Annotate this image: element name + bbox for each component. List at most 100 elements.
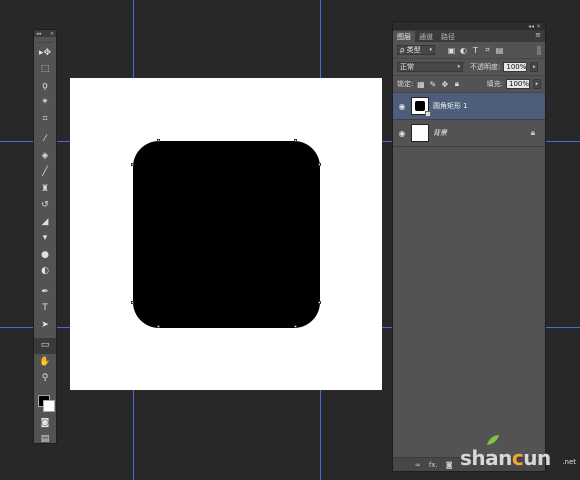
fill-dropdown-icon[interactable]: ▸ (533, 79, 541, 89)
fill-label: 填充: (486, 80, 503, 88)
lasso-icon: ϙ (42, 80, 48, 91)
crop-icon: ⌗ (42, 113, 48, 124)
chevron-down-icon: ▾ (429, 47, 432, 53)
panel-tabs: 图层 通道 路径 ≡ (393, 30, 545, 42)
layer-name[interactable]: 背景 (433, 128, 447, 138)
zoom-icon: ⚲ (41, 373, 49, 384)
layer-row-background[interactable]: ◉ 背景 🔒︎ (393, 120, 545, 147)
anchor-point[interactable] (131, 301, 134, 304)
marquee-tool[interactable]: ⬚ (34, 62, 56, 79)
magic-wand-icon: ✴ (41, 97, 49, 108)
background-color-swatch[interactable] (43, 400, 55, 412)
zoom-tool[interactable]: ⚲ (34, 371, 56, 388)
chevron-down-icon: ▾ (457, 64, 460, 70)
pen-icon: ✒ (41, 286, 49, 297)
type-tool[interactable]: T (34, 301, 56, 318)
droplet-icon: ● (41, 249, 49, 260)
fill-input[interactable]: 100% (506, 79, 530, 89)
eraser-icon: ◢ (41, 216, 49, 227)
tools-panel-header: ◂◂ × (34, 30, 56, 37)
paint-bucket-tool[interactable]: ▾ (34, 231, 56, 248)
eyedropper-icon: ⁄ (44, 134, 46, 145)
history-brush-tool[interactable]: ↺ (34, 198, 56, 215)
lock-image-icon[interactable]: ✎ (428, 80, 437, 89)
smart-object-filter-icon[interactable]: ▤ (495, 46, 504, 55)
layers-panel: ◂◂ × 图层 通道 路径 ≡ ρ 类型 ▾ ▣ ◐ T ⌗ ▤ 正常 ▾ 不透… (392, 21, 546, 472)
filter-kind-select[interactable]: ρ 类型 ▾ (397, 45, 435, 55)
visibility-eye-icon[interactable]: ◉ (397, 102, 407, 111)
image-filter-icon[interactable]: ▣ (447, 46, 456, 55)
tool-list: ▸✥ ⬚ ϙ ✴ ⌗ ⁄ ◈ ╱ ♜ ↺ ◢ ▾ ● ◐ ✒ T ➤ ▭ ✋ ⚲ (34, 45, 56, 387)
panel-collapse-icon[interactable]: ◂◂ × (528, 23, 541, 30)
bucket-icon: ▾ (42, 233, 48, 244)
type-icon: T (42, 303, 48, 314)
dodge-icon: ◐ (41, 266, 49, 277)
marquee-icon: ⬚ (40, 64, 50, 75)
lasso-tool[interactable]: ϙ (34, 78, 56, 95)
blend-mode-select[interactable]: 正常 ▾ (397, 62, 463, 72)
crop-tool[interactable]: ⌗ (34, 111, 56, 128)
arrow-icon: ➤ (41, 319, 49, 330)
watermark-logo: shancun .net (460, 435, 578, 476)
type-filter-icon[interactable]: T (471, 46, 480, 55)
layer-name[interactable]: 圆角矩形 1 (433, 101, 468, 111)
tab-layers[interactable]: 图层 (393, 31, 415, 42)
layer-style-icon[interactable]: fx. (429, 461, 438, 469)
close-icon[interactable]: × (50, 31, 54, 37)
opacity-input[interactable]: 100% (503, 62, 528, 72)
lock-label: 锁定: (397, 80, 414, 88)
anchor-point[interactable] (157, 325, 160, 328)
vector-mask-link-icon (425, 111, 431, 117)
opacity-dropdown-icon[interactable]: ▸ (530, 62, 539, 72)
add-mask-icon[interactable]: ◙ (446, 461, 453, 469)
lock-transparent-icon[interactable]: ▦ (416, 80, 425, 89)
clone-stamp-tool[interactable]: ♜ (34, 181, 56, 198)
lock-position-icon[interactable]: ✥ (440, 80, 449, 89)
tools-panel: ◂◂ × ▸✥ ⬚ ϙ ✴ ⌗ ⁄ ◈ ╱ ♜ ↺ ◢ ▾ ● ◐ ✒ T ➤ ▭ ✋ ⚲ ◙ ▤ (33, 29, 57, 444)
blend-row: 正常 ▾ 不透明度: 100% ▸ (393, 59, 545, 76)
blur-tool[interactable]: ● (34, 247, 56, 264)
collapse-icon[interactable]: ◂◂ (36, 31, 41, 37)
panel-menu-icon[interactable]: ≡ (535, 31, 541, 39)
anchor-point[interactable] (318, 301, 321, 304)
pen-tool[interactable]: ✒ (34, 284, 56, 301)
leaf-icon (487, 435, 499, 445)
eyedropper-tool[interactable]: ⁄ (34, 132, 56, 149)
history-brush-icon: ↺ (41, 200, 49, 211)
tab-channels[interactable]: 通道 (415, 31, 437, 42)
layer-row-rounded-rectangle[interactable]: ◉ 圆角矩形 1 (393, 93, 545, 120)
anchor-point[interactable] (131, 163, 134, 166)
layer-thumbnail[interactable] (411, 124, 429, 142)
lock-all-icon[interactable]: 🔒︎ (452, 79, 461, 89)
brush-tool[interactable]: ╱ (34, 165, 56, 182)
panel-top-bar: ◂◂ × (393, 22, 545, 30)
layer-thumbnail[interactable] (411, 97, 431, 117)
lock-icon: 🔒︎ (530, 128, 535, 137)
shape-filter-icon[interactable]: ⌗ (483, 45, 492, 55)
quick-mask-icon[interactable]: ◙ (34, 415, 56, 432)
anchor-point[interactable] (294, 325, 297, 328)
link-layers-icon[interactable]: ∞ (415, 461, 421, 469)
move-tool[interactable]: ▸✥ (34, 45, 56, 62)
eraser-tool[interactable]: ◢ (34, 214, 56, 231)
color-swatches[interactable] (34, 391, 56, 415)
hand-tool[interactable]: ✋ (34, 354, 56, 371)
dodge-tool[interactable]: ◐ (34, 264, 56, 281)
anchor-point[interactable] (318, 163, 321, 166)
adjustment-filter-icon[interactable]: ◐ (459, 46, 468, 55)
document-canvas[interactable] (70, 78, 382, 390)
watermark-suffix: .net (562, 458, 576, 466)
anchor-point[interactable] (294, 139, 297, 142)
anchor-point[interactable] (157, 139, 160, 142)
healing-brush-tool[interactable]: ◈ (34, 148, 56, 165)
screen-mode-icon[interactable]: ▤ (34, 432, 56, 449)
visibility-eye-icon[interactable]: ◉ (397, 129, 407, 138)
path-selection-tool[interactable]: ➤ (34, 317, 56, 334)
filter-toggle[interactable] (537, 45, 541, 55)
watermark-brand: shancun (460, 446, 551, 470)
magic-wand-tool[interactable]: ✴ (34, 95, 56, 112)
rounded-rectangle-tool[interactable]: ▭ (34, 337, 56, 354)
tab-paths[interactable]: 路径 (437, 31, 459, 42)
panel-grip[interactable] (37, 37, 53, 43)
rounded-rectangle-shape[interactable] (133, 141, 320, 328)
